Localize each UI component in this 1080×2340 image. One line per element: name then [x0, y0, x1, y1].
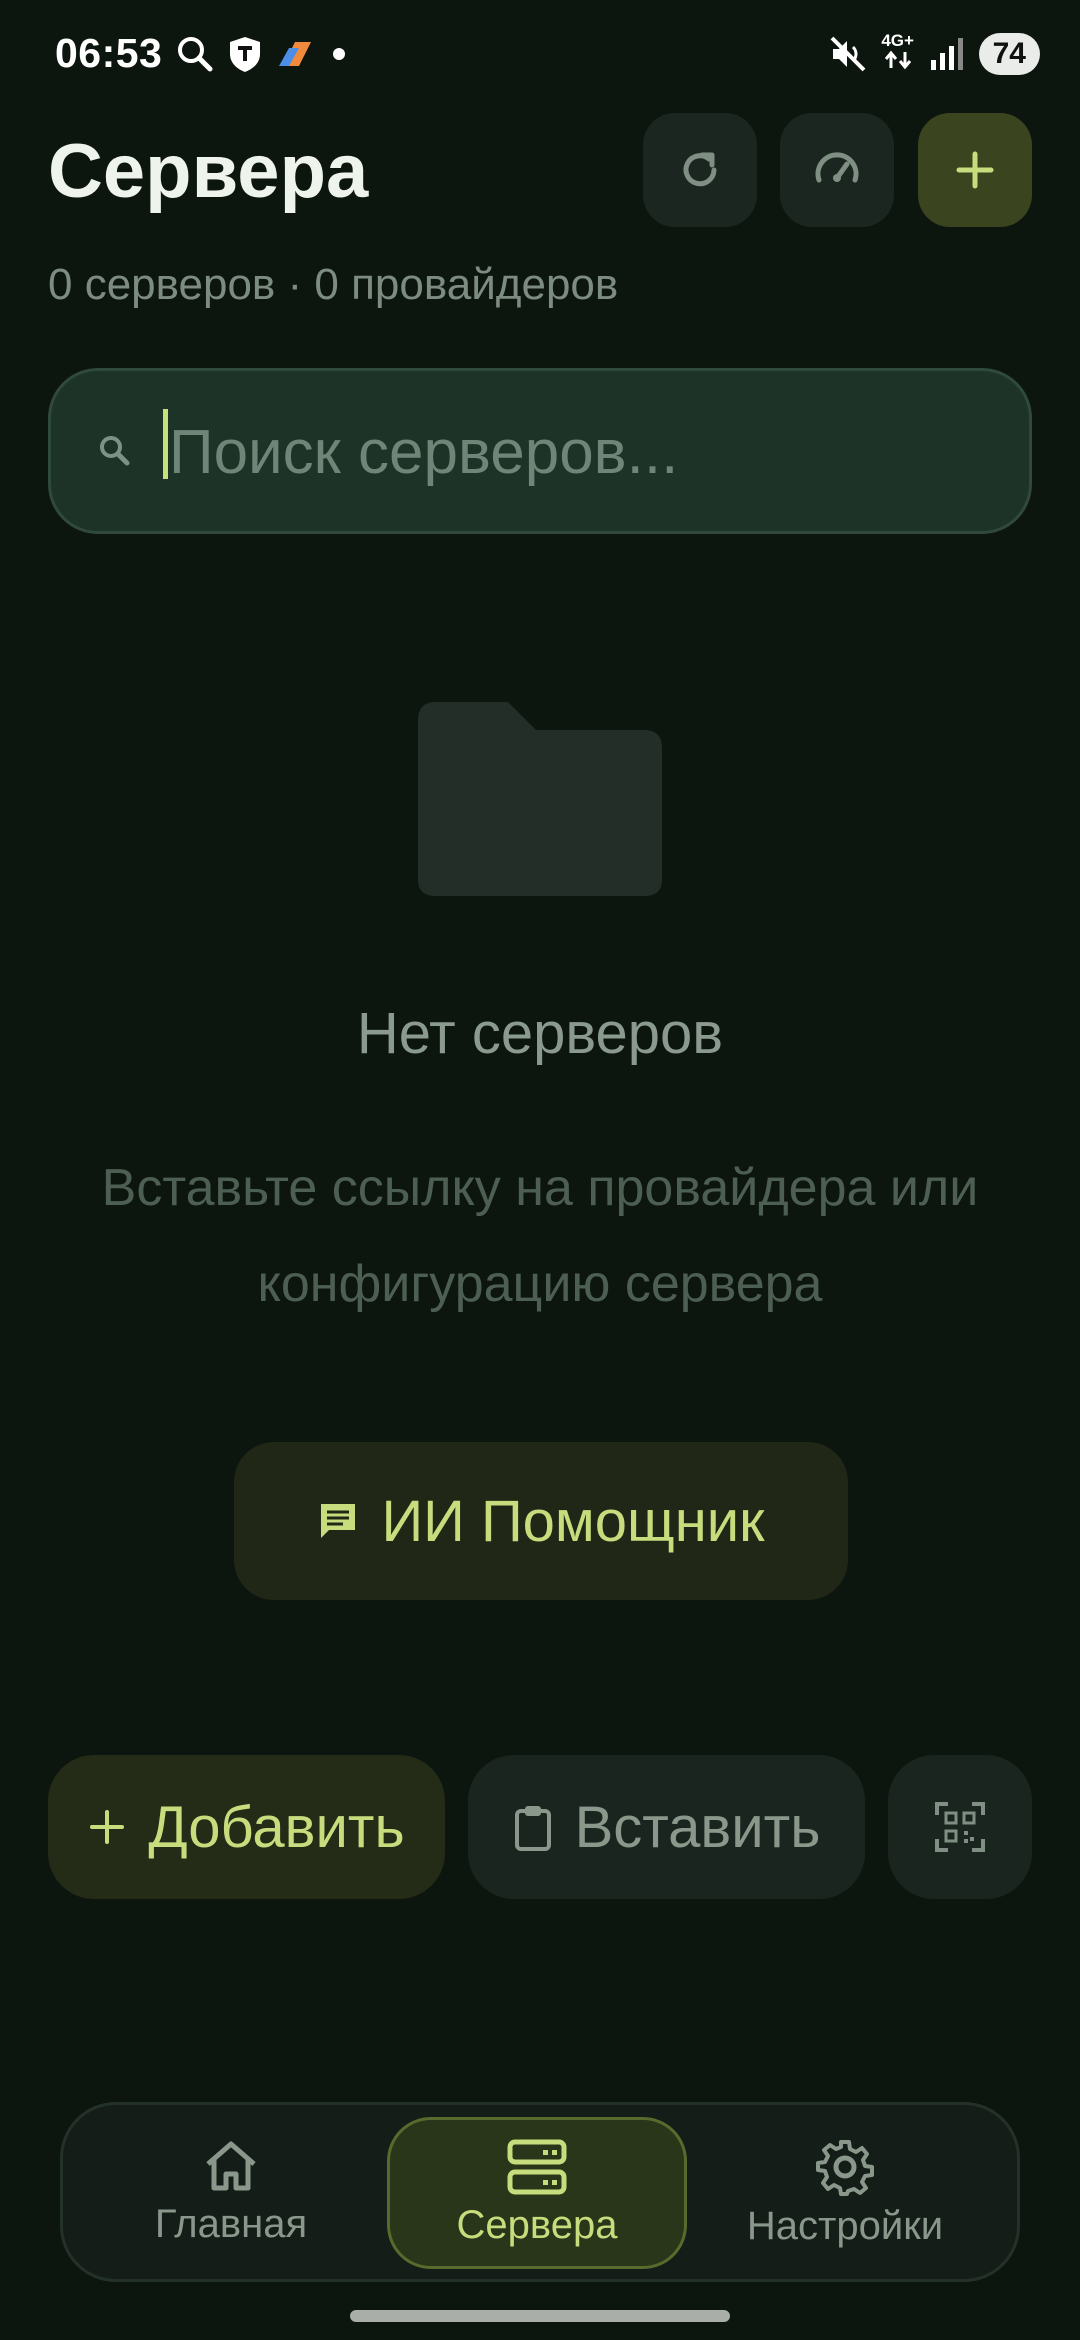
nav-label-home: Главная	[154, 2201, 308, 2246]
add-button[interactable]: Добавить	[48, 1755, 445, 1899]
search-box[interactable]	[48, 368, 1032, 534]
shield-app-icon	[230, 37, 260, 72]
empty-state-title: Нет серверов	[356, 1001, 724, 1066]
ai-assistant-button[interactable]: ИИ Помощник	[234, 1442, 848, 1600]
qr-code-icon	[935, 1802, 985, 1852]
qr-scan-button[interactable]	[888, 1755, 1032, 1899]
nav-label-servers: Сервера	[456, 2202, 618, 2247]
server-count: 0 серверов · 0 провайдеров	[48, 260, 619, 309]
network-indicator: 4G+	[881, 32, 915, 75]
battery-level: 74	[978, 32, 1040, 75]
refresh-button[interactable]	[643, 113, 757, 227]
nav-item-settings[interactable]: Настройки	[695, 2117, 995, 2269]
paste-button-label: Вставить	[574, 1794, 821, 1860]
nav-item-servers[interactable]: Сервера	[387, 2117, 687, 2269]
folder-icon	[418, 702, 662, 896]
home-icon	[206, 2141, 256, 2190]
servers-icon	[507, 2139, 567, 2194]
plus-icon	[90, 1810, 125, 1844]
status-time: 06:53	[55, 30, 163, 76]
add-server-button[interactable]	[918, 113, 1032, 227]
system-icons: 4G+ 74	[829, 32, 1040, 75]
page-title: Сервера	[48, 129, 369, 214]
servers-screen: 06:53 4G+ 74 Сервера 0 серверов · 0 пров…	[0, 0, 1080, 2340]
gear-icon	[816, 2139, 874, 2196]
mute-icon	[830, 36, 866, 71]
bottom-navigation: Главная Сервера Настройки	[60, 2102, 1020, 2282]
notification-icons	[175, 34, 351, 74]
search-icon	[100, 436, 130, 466]
clipboard-icon	[514, 1806, 551, 1851]
speedometer-icon	[815, 152, 859, 183]
ai-assistant-label: ИИ Помощник	[381, 1488, 765, 1554]
speedtest-button[interactable]	[780, 113, 894, 227]
refresh-icon	[683, 152, 717, 187]
search-notification-icon	[178, 37, 213, 72]
status-bar: 06:53 4G+ 74	[0, 0, 1080, 112]
paste-button[interactable]: Вставить	[468, 1755, 865, 1899]
empty-state-description: Вставьте ссылку на провайдера или конфиг…	[101, 1159, 979, 1313]
dot-icon	[333, 48, 345, 60]
nav-label-settings: Настройки	[746, 2203, 944, 2248]
data-arrows-icon	[884, 50, 911, 70]
chat-icon	[321, 1504, 356, 1538]
text-cursor	[163, 409, 168, 479]
signal-icon	[930, 37, 963, 70]
search-input[interactable]	[169, 397, 989, 507]
app-logo-icon	[279, 42, 311, 66]
nav-item-home[interactable]: Главная	[81, 2117, 381, 2269]
home-indicator[interactable]	[350, 2310, 730, 2322]
plus-icon	[956, 151, 994, 189]
add-button-label: Добавить	[148, 1794, 405, 1860]
